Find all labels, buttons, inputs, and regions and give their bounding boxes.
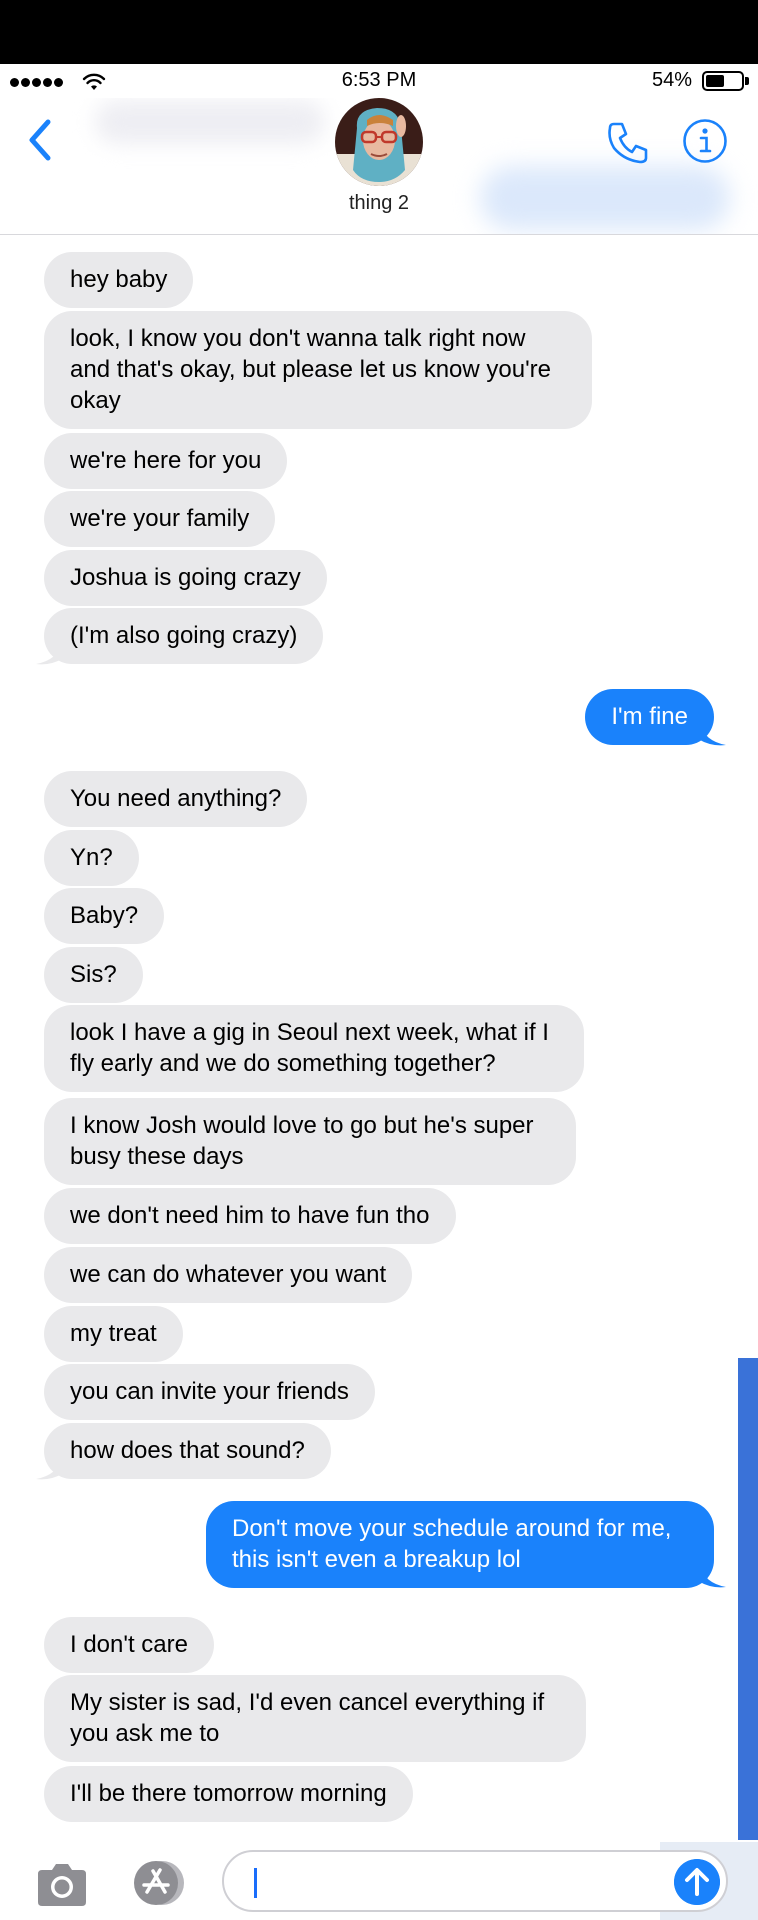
info-icon[interactable]: [682, 118, 728, 164]
incoming-message[interactable]: (I'm also going crazy): [44, 608, 324, 664]
top-black-bar: [0, 0, 758, 64]
incoming-message[interactable]: we can do whatever you want: [44, 1247, 413, 1303]
incoming-message[interactable]: you can invite your friends: [44, 1364, 375, 1420]
incoming-message[interactable]: look I have a gig in Seoul next week, wh…: [44, 1005, 584, 1092]
incoming-message[interactable]: I know Josh would love to go but he's su…: [44, 1098, 576, 1185]
outgoing-bubble-tail: [698, 723, 726, 746]
outgoing-message[interactable]: I'm fine: [585, 689, 714, 745]
text-cursor: [254, 1868, 257, 1898]
app-store-icon[interactable]: [126, 1859, 192, 1907]
incoming-message[interactable]: my treat: [44, 1306, 183, 1362]
conversation-header: thing 2: [0, 98, 758, 235]
incoming-message[interactable]: hey baby: [44, 252, 194, 308]
incoming-message[interactable]: Joshua is going crazy: [44, 550, 327, 606]
incoming-message[interactable]: we're your family: [44, 491, 276, 547]
contact-name[interactable]: thing 2: [0, 192, 758, 215]
battery-icon: [702, 71, 744, 91]
contact-avatar[interactable]: [335, 98, 423, 186]
status-bar: 6:53 PM 54%: [0, 64, 758, 98]
incoming-message[interactable]: we're here for you: [44, 433, 288, 489]
battery-tip: [745, 77, 749, 85]
incoming-message[interactable]: Yn?: [44, 830, 139, 886]
incoming-message[interactable]: I'll be there tomorrow morning: [44, 1766, 413, 1822]
message-input-bar: [0, 1842, 758, 1920]
camera-icon[interactable]: [34, 1860, 90, 1908]
scroll-indicator[interactable]: [738, 1358, 758, 1840]
incoming-message[interactable]: how does that sound?: [44, 1423, 331, 1479]
incoming-message[interactable]: Sis?: [44, 947, 143, 1003]
outgoing-bubble-tail: [698, 1565, 726, 1588]
message-list: hey baby look, I know you don't wanna ta…: [0, 235, 758, 1842]
incoming-message[interactable]: we don't need him to have fun tho: [44, 1188, 456, 1244]
incoming-message[interactable]: I don't care: [44, 1617, 214, 1673]
outgoing-message[interactable]: Don't move your schedule around for me, …: [206, 1501, 714, 1588]
incoming-message[interactable]: Baby?: [44, 888, 165, 944]
incoming-message[interactable]: My sister is sad, I'd even cancel everyt…: [44, 1675, 586, 1762]
battery-fill: [706, 75, 724, 87]
incoming-bubble-tail: [36, 642, 64, 665]
battery-percent: 54%: [651, 69, 692, 91]
blurred-region: [95, 100, 325, 144]
status-time: 6:53 PM: [341, 69, 417, 91]
incoming-message[interactable]: You need anything?: [44, 771, 308, 827]
incoming-message[interactable]: look, I know you don't wanna talk right …: [44, 311, 592, 429]
send-arrow-icon[interactable]: [674, 1859, 720, 1905]
back-chevron-icon[interactable]: [22, 116, 62, 164]
incoming-bubble-tail: [36, 1457, 64, 1480]
phone-icon[interactable]: [604, 118, 652, 166]
message-text-field[interactable]: [222, 1850, 728, 1912]
